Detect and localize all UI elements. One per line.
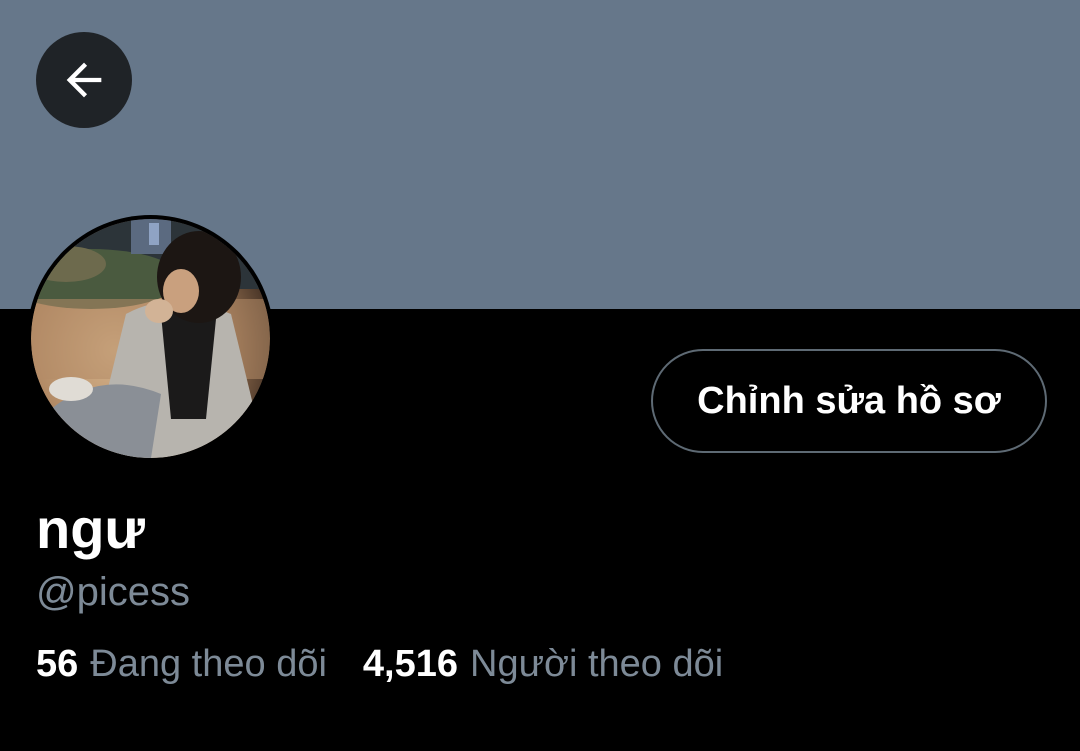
following-stat[interactable]: 56 Đang theo dõi [36, 640, 327, 688]
followers-label: Người theo dõi [470, 643, 724, 685]
following-label: Đang theo dõi [90, 643, 327, 685]
display-name: ngư [36, 497, 145, 560]
profile-photo [31, 219, 270, 458]
followers-stat[interactable]: 4,516 Người theo dõi [363, 640, 723, 688]
edit-profile-button[interactable]: Chỉnh sửa hồ sơ [651, 349, 1047, 453]
avatar[interactable] [27, 215, 274, 462]
follow-stats: 56 Đang theo dõi 4,516 Người theo dõi [36, 640, 723, 688]
followers-count: 4,516 [362, 643, 459, 685]
back-button[interactable] [36, 32, 132, 128]
following-count: 56 [36, 643, 79, 685]
profile-page: Chỉnh sửa hồ sơ ngư @picess 56 Đang theo… [0, 0, 1080, 751]
user-handle: @picess [36, 570, 190, 614]
arrow-left-icon [66, 62, 102, 98]
